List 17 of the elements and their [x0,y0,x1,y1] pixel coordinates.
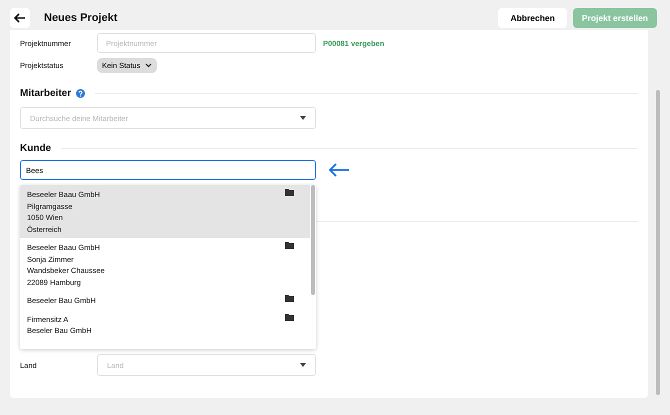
left-arrow-icon [328,163,350,177]
dropdown-caret-icon [300,363,306,367]
cancel-button[interactable]: Abbrechen [498,8,567,28]
section-heading: Mitarbeiter [20,88,72,99]
chevron-down-icon [145,62,152,68]
folder-icon [285,295,294,302]
folder-icon [285,314,294,320]
page-scrollbar[interactable] [656,90,660,395]
folder-icon [285,242,294,249]
section-heading: Kunde [20,143,52,154]
page-title: Neues Projekt [44,12,118,24]
back-arrow-icon [14,12,26,22]
help-icon[interactable] [76,89,86,98]
back-button[interactable] [10,8,30,28]
list-scrollbar[interactable] [311,185,315,295]
folder-icon [285,189,294,196]
dropdown-caret-icon [300,116,306,120]
